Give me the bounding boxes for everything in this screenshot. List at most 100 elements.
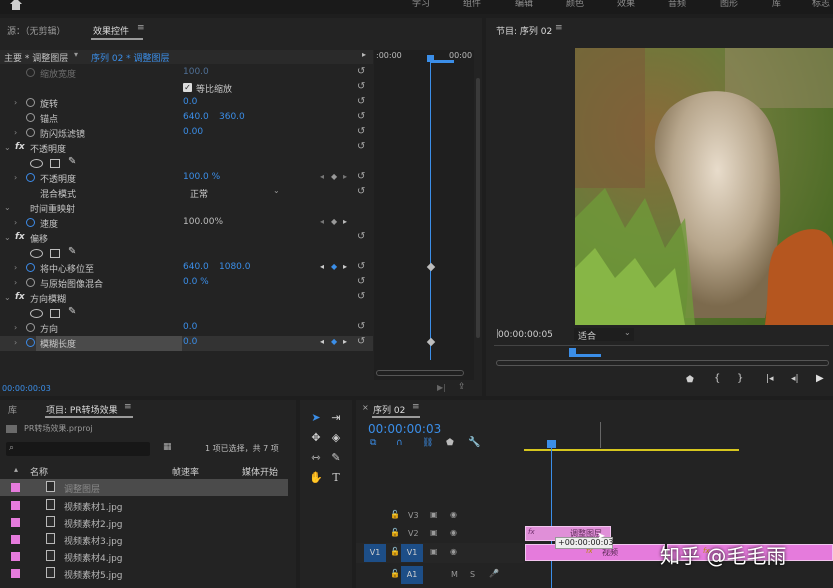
mark-in-icon[interactable]: { [714, 373, 720, 384]
play-icon[interactable]: ▶ [816, 373, 824, 384]
sync-lock-icon[interactable]: ▣ [430, 510, 438, 519]
effect-row-opacity[interactable]: ⌄ fx 不透明度 ↺ [0, 141, 373, 156]
twirl-icon[interactable]: › [14, 98, 17, 107]
param-value[interactable]: 0.0 [183, 97, 197, 107]
snap-icon[interactable]: ∩ [396, 438, 403, 448]
eye-icon[interactable]: ◉ [450, 547, 457, 556]
stopwatch-icon[interactable] [26, 263, 35, 272]
playhead-line[interactable] [430, 60, 431, 360]
pen-mask-icon[interactable]: ✎ [68, 156, 76, 167]
solo-button[interactable]: S [470, 570, 475, 579]
param-value-y[interactable]: 360.0 [219, 112, 245, 122]
playhead-position-timecode[interactable]: 00:00:00:05 [498, 330, 553, 340]
track-label-v2[interactable]: V2 [408, 529, 419, 538]
twirl-icon[interactable]: › [14, 263, 17, 272]
mute-button[interactable]: M [451, 570, 458, 579]
twirl-open-icon[interactable]: ⌄ [4, 203, 11, 212]
lock-icon[interactable]: 🔓 [390, 569, 400, 578]
rectangle-mask-icon[interactable] [50, 249, 60, 258]
workspace-captions[interactable]: 标志 [812, 0, 830, 9]
ellipse-mask-icon[interactable] [30, 249, 43, 258]
column-media-start[interactable]: 媒体开始 [242, 465, 278, 478]
stopwatch-icon[interactable] [26, 278, 35, 287]
prev-keyframe-icon[interactable]: ◂ [320, 262, 324, 271]
param-value-x[interactable]: 640.0 [183, 112, 209, 122]
track-target-a1[interactable]: A1 [401, 566, 423, 584]
nest-toggle-icon[interactable]: ⧉ [370, 438, 376, 448]
panel-menu-icon[interactable]: ≡ [137, 23, 145, 33]
ripple-edit-tool-icon[interactable]: ✥ [308, 430, 324, 446]
tab-source[interactable]: 源：（无剪辑） [7, 24, 66, 37]
list-item[interactable]: 视频素材5.jpg [0, 565, 288, 582]
twirl-icon[interactable]: › [14, 278, 17, 287]
stopwatch-icon[interactable] [26, 113, 35, 122]
hand-tool-icon[interactable]: ✋ [308, 470, 324, 486]
pen-mask-icon[interactable]: ✎ [68, 306, 76, 317]
project-search-input[interactable]: ⌕ [6, 442, 150, 456]
vertical-scrollbar[interactable] [476, 78, 480, 338]
pen-mask-icon[interactable]: ✎ [68, 246, 76, 257]
param-value[interactable]: 100.0 % [183, 172, 220, 182]
fx-icon[interactable]: fx [15, 292, 25, 302]
stopwatch-icon[interactable] [26, 68, 35, 77]
reset-icon[interactable]: ↺ [357, 66, 365, 77]
param-value[interactable]: 100.00% [183, 217, 223, 227]
twirl-icon[interactable]: › [14, 338, 17, 347]
prev-keyframe-icon[interactable]: ◂ [320, 337, 324, 346]
workspace-graphics[interactable]: 图形 [720, 0, 738, 9]
list-item[interactable]: 视频素材3.jpg [0, 531, 288, 548]
razor-tool-icon[interactable]: ◈ [328, 430, 344, 446]
sort-indicator-icon[interactable]: ▴ [14, 465, 18, 474]
workspace-color[interactable]: 颜色 [566, 0, 584, 9]
label-color-swatch[interactable] [11, 483, 20, 492]
panel-menu-icon[interactable]: ≡ [555, 23, 563, 33]
list-item[interactable]: 视频素材1.jpg [0, 497, 288, 514]
blend-mode-dropdown[interactable]: 正常 ⌄ [183, 186, 283, 200]
prev-keyframe-icon[interactable]: ◂ [320, 172, 324, 181]
label-color-swatch[interactable] [11, 501, 20, 510]
track-label-v3[interactable]: V3 [408, 511, 419, 520]
monitor-time-ruler[interactable] [494, 345, 829, 359]
twirl-icon[interactable]: › [14, 218, 17, 227]
param-value-y[interactable]: 1080.0 [219, 262, 251, 272]
stopwatch-icon[interactable] [26, 128, 35, 137]
stopwatch-icon[interactable] [26, 218, 35, 227]
play-only-audio-icon[interactable]: ▸ [362, 50, 366, 59]
reset-icon[interactable]: ↺ [357, 171, 365, 182]
column-frame-rate[interactable]: 帧速率 [172, 465, 199, 478]
export-icon[interactable]: ⇪ [458, 382, 466, 392]
slip-tool-icon[interactable]: ⇿ [308, 450, 324, 466]
next-keyframe-icon[interactable]: ▸ [343, 262, 347, 271]
home-icon[interactable] [9, 0, 23, 10]
twirl-open-icon[interactable]: ⌄ [4, 233, 11, 242]
workspace-editing[interactable]: 编辑 [515, 0, 533, 9]
reset-icon[interactable]: ↺ [357, 261, 365, 272]
close-icon[interactable]: × [362, 403, 369, 412]
keyframe-diamond[interactable] [426, 262, 436, 272]
reset-icon[interactable]: ↺ [357, 336, 365, 347]
sync-lock-icon[interactable]: ▣ [430, 528, 438, 537]
workspace-effects[interactable]: 效果 [617, 0, 635, 9]
reset-icon[interactable]: ↺ [357, 111, 365, 122]
settings-wrench-icon[interactable]: 🔧 [468, 437, 480, 448]
label-color-swatch[interactable] [11, 552, 20, 561]
clip-dropdown-icon[interactable]: ▾ [74, 50, 78, 59]
effect-row-offset[interactable]: ⌄ fx 偏移 ↺ [0, 231, 373, 246]
stopwatch-icon[interactable] [26, 323, 35, 332]
reset-icon[interactable]: ↺ [357, 186, 365, 197]
param-value[interactable]: 0.0 [183, 322, 197, 332]
list-item[interactable]: 视频素材2.jpg [0, 514, 288, 531]
sync-lock-icon[interactable]: ▣ [430, 547, 438, 556]
lock-icon[interactable]: 🔓 [390, 510, 400, 519]
column-name[interactable]: 名称 [30, 465, 48, 478]
param-value[interactable]: 0.0 [183, 337, 197, 347]
twirl-open-icon[interactable]: ⌄ [4, 143, 11, 152]
mark-out-icon[interactable]: } [737, 373, 743, 384]
uniform-scale-checkbox[interactable]: ✓ [183, 83, 192, 92]
source-patch-v1[interactable]: V1 [364, 544, 386, 562]
reset-icon[interactable]: ↺ [357, 96, 365, 107]
ellipse-mask-icon[interactable] [30, 309, 43, 318]
param-value-x[interactable]: 640.0 [183, 262, 209, 272]
workspace-libraries[interactable]: 库 [772, 0, 781, 9]
fx-icon[interactable]: fx [15, 142, 25, 152]
